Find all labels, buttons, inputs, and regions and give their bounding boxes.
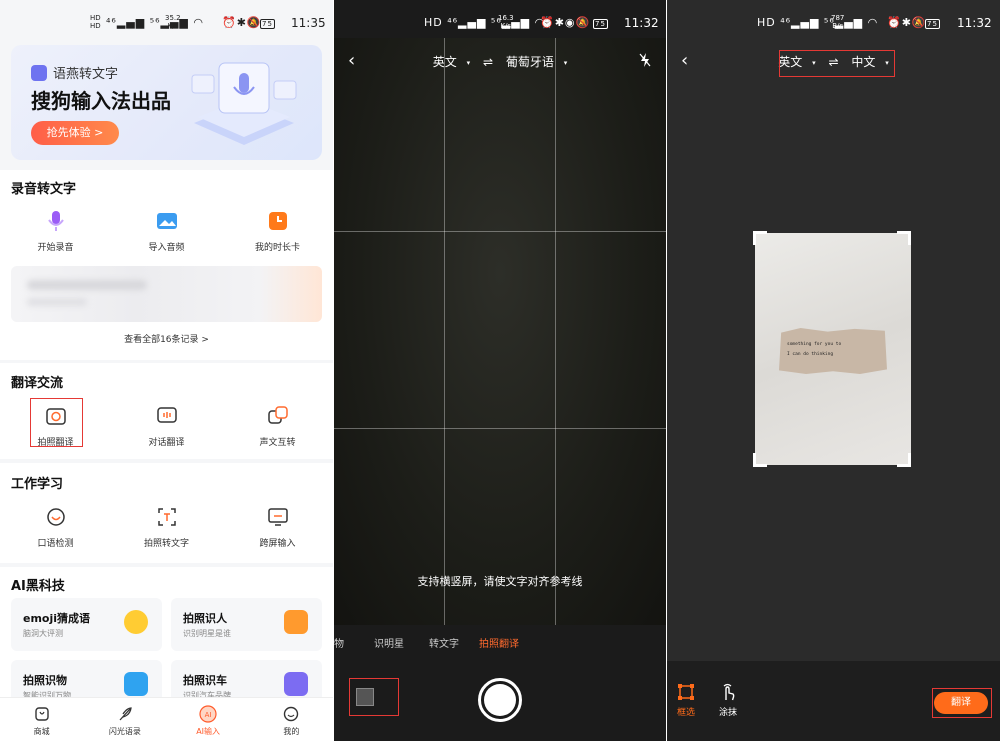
feather-icon (116, 705, 134, 723)
import-audio-button[interactable]: 导入音频 (111, 208, 222, 253)
alignment-hint: 支持横竖屏，请使文字对齐参考线 (417, 575, 583, 588)
brand-name: 语燕转文字 (53, 67, 119, 82)
crop-handle-top-right[interactable] (897, 231, 911, 245)
system-icons: ⏰✱🔕 (887, 16, 927, 29)
smear-button[interactable]: 涂抹 (719, 683, 737, 718)
mic-icon (43, 208, 69, 234)
person-card-icon (284, 610, 308, 634)
microphone-illustration-icon (191, 62, 297, 145)
cross-screen-icon (265, 504, 291, 530)
system-icons: ⏰✱◉🔕 (540, 16, 591, 29)
try-now-button[interactable]: 抢先体验 > (31, 121, 119, 145)
status-bar: HD ⁴⁶▂▄▆ ⁵⁶▂▄▆ ◠ 16.3 K/s ⏰✱◉🔕 75 11:32 (334, 0, 666, 44)
swap-language-icon[interactable]: ⇌ (483, 55, 493, 69)
clock: 11:32 (957, 16, 992, 30)
highlight-box (30, 398, 83, 447)
shutter-button[interactable] (478, 678, 522, 722)
duration-card-button[interactable]: 我的时长卡 (222, 208, 333, 253)
section-title-ai: AI黑科技 (11, 579, 65, 594)
frame-select-icon (678, 684, 694, 700)
crop-handle-bottom-right[interactable] (897, 453, 911, 467)
study-actions: 口语检测 拍照转文字 跨屏输入 (0, 504, 333, 549)
shop-icon (33, 705, 51, 723)
crop-handle-top-left[interactable] (753, 231, 767, 245)
language-selector: 英文 ▾ ⇌ 葡萄牙语 ▾ (334, 53, 666, 70)
highlight-box (349, 678, 399, 716)
mode-switcher: 物 识明星 转文字 拍照翻译 (334, 626, 666, 656)
recent-record-item[interactable] (11, 266, 322, 322)
bottom-tab-bar: 商城 闪光语录 AI AI输入 我的 (0, 697, 333, 741)
network-indicator: HD HD (90, 14, 101, 30)
highlight-box (932, 688, 992, 718)
svg-text:AI: AI (205, 711, 212, 719)
camera-viewfinder[interactable] (334, 38, 666, 625)
target-language-dropdown[interactable]: 葡萄牙语 ▾ (503, 55, 570, 69)
section-title-study: 工作学习 (11, 477, 64, 492)
speed-indicator: 16.3 K/s (498, 14, 514, 30)
touch-smear-icon (723, 683, 735, 701)
crop-panel: HD ⁴⁶▂▄▆ ⁵⁶▂▄▆ ◠ 787 B/s ⏰✱🔕 75 11:32 ‹ 英… (667, 0, 1000, 741)
photo-to-text-button[interactable]: 拍照转文字 (111, 504, 222, 549)
tab-shop[interactable]: 商城 (0, 698, 83, 741)
clock: 11:32 (624, 16, 659, 30)
emoji-idiom-tile[interactable]: emoji猜成语 脑洞大评测 (11, 598, 162, 651)
battery-icon: 75 (260, 19, 275, 29)
paper-scrap: something for you to I can do thinking (779, 328, 887, 374)
mode-photo-translate[interactable]: 拍照翻译 (479, 635, 519, 650)
photo-recognize-person-tile[interactable]: 拍照识人 识别明星是谁 (171, 598, 322, 651)
emoji-icon (124, 610, 148, 634)
battery-icon: 75 (593, 19, 608, 29)
cross-screen-input-button[interactable]: 跨屏输入 (222, 504, 333, 549)
photo-text-icon (154, 504, 180, 530)
ai-icon: AI (199, 705, 217, 723)
clock-icon (265, 208, 291, 234)
promo-banner[interactable]: 语燕转文字 搜狗输入法出品 抢先体验 > (11, 45, 322, 160)
cube-icon (124, 672, 148, 696)
voice-text-icon (265, 403, 291, 429)
mode-object[interactable]: 物 (334, 635, 344, 650)
voice-text-convert-button[interactable]: 声文互转 (222, 403, 333, 448)
mode-recognize-star[interactable]: 识明星 (374, 635, 404, 650)
speech-check-icon (43, 504, 69, 530)
tab-profile[interactable]: 我的 (250, 698, 333, 741)
source-language-dropdown[interactable]: 英文 ▾ (430, 55, 473, 69)
crop-toolbar: 框选 涂抹 翻译 (667, 661, 1000, 741)
chat-translate-icon (154, 403, 180, 429)
view-all-records-link[interactable]: 查看全部16条记录 > (0, 332, 333, 345)
system-icons: ⏰✱🔕 (222, 16, 262, 29)
speed-indicator: 787 B/s (831, 14, 845, 30)
signal-icons: HD ⁴⁶▂▄▆ ⁵⁶▂▄▆ ◠ (757, 16, 879, 29)
section-title-recording: 录音转文字 (11, 182, 77, 197)
status-bar: HD ⁴⁶▂▄▆ ⁵⁶▂▄▆ ◠ 787 B/s ⏰✱🔕 75 11:32 (667, 0, 1000, 44)
home-panel: HD HD ⁴⁶▂▄▆ ⁵⁶▂▄▆ ◠ 35.2 K/s ⏰✱🔕 75 11:35 … (0, 0, 333, 741)
status-bar: HD HD ⁴⁶▂▄▆ ⁵⁶▂▄▆ ◠ 35.2 K/s ⏰✱🔕 75 11:35 (0, 0, 333, 44)
clock: 11:35 (291, 16, 326, 30)
profile-icon (282, 705, 300, 723)
start-recording-button[interactable]: 开始录音 (0, 208, 111, 253)
signal-icons: HD ⁴⁶▂▄▆ ⁵⁶▂▄▆ ◠ (424, 16, 546, 29)
signal-icons: ⁴⁶▂▄▆ ⁵⁶▂▄▆ ◠ (106, 16, 204, 29)
camera-top-nav: ‹ 英文 ▾ ⇌ 葡萄牙语 ▾ (334, 46, 666, 76)
section-title-translate: 翻译交流 (11, 376, 64, 391)
tab-flash-quotes[interactable]: 闪光语录 (83, 698, 166, 741)
crop-handle-bottom-left[interactable] (753, 453, 767, 467)
camera-panel: HD ⁴⁶▂▄▆ ⁵⁶▂▄▆ ◠ 16.3 K/s ⏰✱◉🔕 75 11:32 ‹… (334, 0, 666, 741)
recording-actions: 开始录音 导入音频 我的时长卡 (0, 208, 333, 253)
image-icon (154, 208, 180, 234)
highlight-box (779, 50, 895, 77)
shutter-bar (334, 656, 666, 741)
speech-check-button[interactable]: 口语检测 (0, 504, 111, 549)
car-icon (284, 672, 308, 696)
frame-select-button[interactable]: 框选 (677, 683, 695, 718)
flash-off-icon[interactable] (638, 52, 652, 72)
mode-to-text[interactable]: 转文字 (429, 635, 459, 650)
speed-indicator: 35.2 K/s (165, 14, 181, 30)
battery-icon: 75 (925, 19, 940, 29)
dialogue-translate-button[interactable]: 对话翻译 (111, 403, 222, 448)
banner-headline: 搜狗输入法出品 (31, 89, 171, 113)
captured-photo: something for you to I can do thinking (755, 233, 911, 465)
tab-ai-input[interactable]: AI AI输入 (167, 698, 250, 741)
brand-logo-icon (31, 65, 47, 81)
